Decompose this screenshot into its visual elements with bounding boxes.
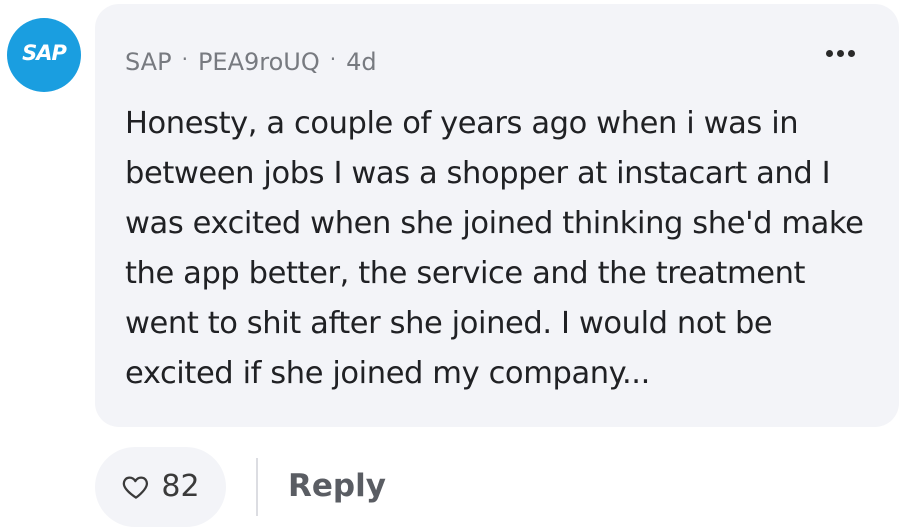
heart-outline-icon [121,472,151,502]
reply-button[interactable]: Reply [288,468,386,504]
avatar-logo-text: SAP [22,41,67,65]
timestamp: 4d [346,48,377,76]
comment-bubble: SAP · PEA9roUQ · 4d Honesty, a couple of… [95,4,899,427]
more-options-button[interactable] [826,50,855,57]
ellipsis-icon [837,50,844,57]
ellipsis-icon [848,50,855,57]
username[interactable]: PEA9roUQ [198,48,320,76]
avatar[interactable]: SAP [7,18,81,92]
comment-body: Honesty, a couple of years ago when i wa… [125,106,864,391]
meta-separator: · [329,47,337,71]
action-divider [256,458,258,516]
author-name[interactable]: SAP [125,48,172,76]
comment-meta: SAP · PEA9roUQ · 4d [125,47,377,76]
like-button[interactable]: 82 [95,447,226,527]
meta-separator: · [181,47,188,71]
ellipsis-icon [826,50,833,57]
like-count: 82 [161,468,200,504]
